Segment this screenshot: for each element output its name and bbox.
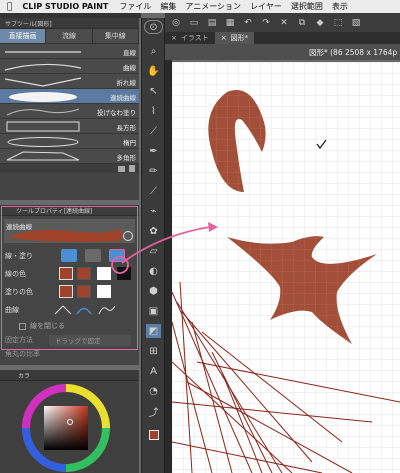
brush-label: 楕円 bbox=[123, 139, 136, 147]
adjust-dropdown[interactable]: ドラッグで固定 bbox=[49, 334, 131, 346]
zoom-icon[interactable]: ⌕ bbox=[146, 44, 161, 58]
lasso-icon[interactable]: ⌇ bbox=[146, 104, 161, 118]
brush-item-continuous-curve[interactable]: 連続曲線 bbox=[0, 89, 139, 104]
save-icon[interactable]: ▦ bbox=[223, 17, 237, 29]
open-icon[interactable]: ▤ bbox=[205, 17, 219, 29]
fill-icon[interactable]: ⬢ bbox=[146, 284, 161, 298]
menu-file[interactable]: ファイル bbox=[119, 1, 151, 12]
menu-selection[interactable]: 選択範囲 bbox=[291, 1, 323, 12]
close-icon[interactable]: × bbox=[171, 34, 177, 42]
delete-sub-tool-icon[interactable] bbox=[129, 165, 135, 172]
brush-label: 多角形 bbox=[116, 154, 137, 162]
deselect-icon[interactable]: ⬚ bbox=[331, 17, 345, 29]
corner-ratio-row: 角丸の比率 bbox=[5, 347, 135, 361]
ruler-icon[interactable]: ⊞ bbox=[146, 344, 161, 358]
corner-ratio-label: 角丸の比率 bbox=[5, 350, 40, 358]
undo-icon[interactable]: ↶ bbox=[241, 17, 255, 29]
brush-item-lasso-fill[interactable]: 投げなわ塗り bbox=[0, 104, 139, 119]
line-fill-label: 線・塗り bbox=[5, 252, 33, 260]
color-wheel-panel: カラ bbox=[0, 370, 139, 473]
brush-item-ellipse[interactable]: 楕円 bbox=[0, 134, 139, 149]
app-name-menu[interactable]: CLIP STUDIO PAINT bbox=[22, 2, 108, 11]
sub-tool-footer bbox=[0, 164, 139, 173]
menu-layer[interactable]: レイヤー bbox=[250, 1, 282, 12]
tab-illustration-label: イラスト bbox=[180, 34, 209, 42]
fill-color-row: 塗りの色 bbox=[5, 285, 135, 299]
line-color-label: 線の色 bbox=[5, 270, 26, 278]
brush-item-polyline[interactable]: 折れ線 bbox=[0, 74, 139, 89]
fill-color-main-swatch[interactable] bbox=[59, 285, 73, 298]
brush-label: 投げなわ塗り bbox=[97, 109, 136, 117]
color-wheel[interactable] bbox=[0, 382, 139, 472]
apple-menu-icon[interactable]:  bbox=[7, 2, 12, 12]
new-document-icon[interactable]: ▭ bbox=[187, 17, 201, 29]
line-color-transparent-swatch[interactable] bbox=[97, 267, 111, 280]
menu-edit[interactable]: 編集 bbox=[160, 1, 176, 12]
close-icon[interactable]: × bbox=[221, 34, 227, 42]
correction-icon[interactable]: ⤴ bbox=[146, 404, 161, 419]
curve-label: 曲線 bbox=[5, 306, 19, 314]
fill-color-label: 塗りの色 bbox=[5, 288, 33, 296]
brush-icon[interactable]: ⟋ bbox=[146, 184, 161, 198]
curve-row: 曲線 bbox=[5, 303, 135, 317]
redo-icon[interactable]: ↷ bbox=[259, 17, 273, 29]
gradient-icon[interactable]: ▣ bbox=[146, 304, 161, 318]
brush-label: 連続曲線 bbox=[110, 94, 136, 102]
select-icon[interactable]: ↖ bbox=[146, 84, 161, 98]
eyedropper-icon[interactable]: ⟋ bbox=[146, 124, 161, 138]
app-logo-icon[interactable]: ◎ bbox=[169, 17, 183, 29]
menu-view[interactable]: 表示 bbox=[332, 1, 348, 12]
adjust-row: 固定方法 ドラッグで固定 bbox=[5, 333, 135, 347]
close-line-row[interactable]: 線を閉じる bbox=[5, 319, 135, 333]
text-icon[interactable]: A bbox=[146, 364, 161, 378]
brush-label: 長方形 bbox=[116, 124, 137, 132]
brush-label: 曲線 bbox=[123, 64, 136, 72]
close-line-checkbox[interactable] bbox=[19, 322, 26, 330]
sub-tool-panel-title: サブツール[図形] bbox=[0, 18, 139, 29]
pencil-icon[interactable]: ✏ bbox=[146, 164, 161, 178]
fill-color-sub-swatch[interactable] bbox=[77, 285, 91, 298]
balloon-icon[interactable]: ◔ bbox=[146, 384, 161, 398]
fill-color-transparent-swatch[interactable] bbox=[97, 285, 111, 298]
sub-tool-tabs: 直接描画 流線 集中線 bbox=[0, 29, 139, 44]
tab-figure[interactable]: × 図形* bbox=[214, 32, 255, 44]
color-icon[interactable] bbox=[146, 428, 161, 442]
brush-item-curve[interactable]: 曲線 bbox=[0, 59, 139, 74]
document-tabs: × イラスト × 図形* bbox=[165, 32, 400, 44]
brush-item-polygon[interactable]: 多角形 bbox=[0, 149, 139, 164]
color-panel-title: カラ bbox=[0, 370, 139, 381]
command-bar: ◎ ▭ ▤ ▦ ↶ ↷ ✕ ⧉ ◆ ⬚ ▧ bbox=[165, 13, 400, 32]
annotation-arrow bbox=[111, 222, 218, 274]
brush-label: 直線 bbox=[123, 49, 136, 57]
brush-item-straight-line[interactable]: 直線 bbox=[0, 44, 139, 59]
pen-icon[interactable]: ✒ bbox=[146, 144, 161, 158]
navigator-icon[interactable]: ⊙ bbox=[144, 20, 163, 34]
clip-studio-window:  CLIP STUDIO PAINT ファイル 編集 アニメーション レイヤー… bbox=[0, 0, 400, 473]
brush-label: 折れ線 bbox=[116, 79, 137, 87]
invert-selection-icon[interactable]: ▧ bbox=[349, 17, 363, 29]
close-line-label: 線を閉じる bbox=[30, 322, 65, 330]
line-color-sub-swatch[interactable] bbox=[77, 267, 91, 280]
tab-stream-line[interactable]: 流線 bbox=[46, 29, 93, 43]
tab-direct-draw[interactable]: 直接描画 bbox=[0, 29, 47, 43]
tab-illustration[interactable]: × イラスト bbox=[165, 32, 215, 44]
canvas-title-bar: 図形* (86 2508 x 1764p bbox=[165, 44, 400, 60]
menu-animation[interactable]: アニメーション bbox=[185, 1, 241, 12]
line-mode-icon[interactable] bbox=[61, 249, 77, 262]
fill-mode-icon[interactable] bbox=[85, 249, 101, 262]
tab-figure-label: 図形* bbox=[230, 34, 249, 42]
adjust-label: 固定方法 bbox=[5, 336, 33, 344]
line-color-main-swatch[interactable] bbox=[59, 267, 73, 280]
hand-icon[interactable]: ✋ bbox=[146, 64, 161, 78]
transform-icon[interactable]: ⧉ bbox=[295, 17, 309, 29]
clear-icon[interactable]: ✕ bbox=[277, 17, 291, 29]
figure-icon[interactable]: ◩ bbox=[146, 324, 161, 338]
copy-sub-tool-icon[interactable] bbox=[118, 165, 125, 172]
brush-item-rectangle[interactable]: 長方形 bbox=[0, 119, 139, 134]
tab-focus-line[interactable]: 集中線 bbox=[93, 29, 139, 43]
fill-selection-icon[interactable]: ◆ bbox=[313, 17, 327, 29]
menu-bar:  CLIP STUDIO PAINT ファイル 編集 アニメーション レイヤー… bbox=[0, 0, 400, 13]
sub-tool-panel: サブツール[図形] 直接描画 流線 集中線 直線 曲線 折れ線 連続曲線 投げな… bbox=[0, 18, 139, 200]
